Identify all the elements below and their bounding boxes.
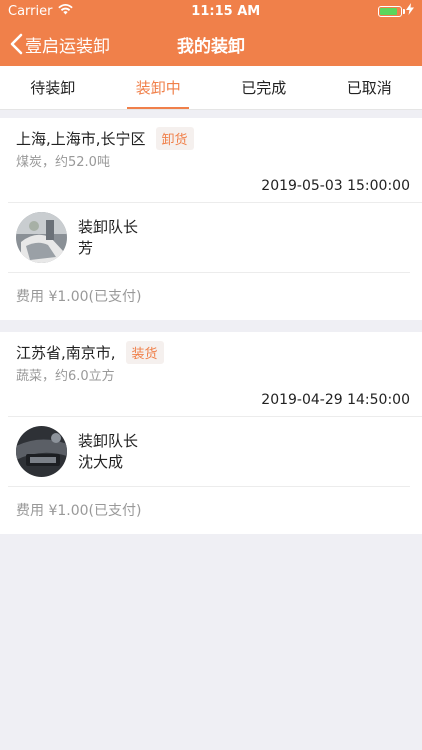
order-time: 2019-05-03 15:00:00 xyxy=(8,170,422,203)
wifi-icon xyxy=(58,3,74,19)
leader-name: 芳 xyxy=(78,238,94,257)
header: Carrier 11:15 AM 壹启运装卸 我的装卸 xyxy=(0,0,422,66)
avatar xyxy=(16,426,67,477)
leader-title: 装卸队长 xyxy=(78,431,139,450)
fee-text: 费用 ¥1.00(已支付) xyxy=(16,503,142,519)
tab-completed[interactable]: 已完成 xyxy=(211,66,317,109)
order-location: 江苏省,南京市, xyxy=(16,343,116,362)
order-type-badge: 装货 xyxy=(125,340,164,364)
avatar xyxy=(16,212,67,263)
cargo-info: 煤炭，约52.0吨 xyxy=(16,155,110,170)
cargo-info: 蔬菜，约6.0立方 xyxy=(16,369,115,384)
charging-icon xyxy=(406,3,414,19)
tab-cancelled[interactable]: 已取消 xyxy=(317,66,422,109)
order-card[interactable]: 江苏省,南京市, 装货 蔬菜，约6.0立方 2019-04-29 14:50:0… xyxy=(0,332,422,534)
order-time: 2019-04-29 14:50:00 xyxy=(8,384,422,417)
order-type-badge: 卸货 xyxy=(155,126,194,150)
leader-row: 装卸队长 沈大成 xyxy=(8,417,410,487)
nav-bar: 壹启运装卸 我的装卸 xyxy=(0,22,422,66)
carrier-label: Carrier xyxy=(8,3,53,19)
back-label: 壹启运装卸 xyxy=(25,36,110,57)
clock-time: 11:15 AM xyxy=(191,3,261,19)
back-button[interactable]: 壹启运装卸 xyxy=(10,32,110,57)
leader-name: 沈大成 xyxy=(78,452,124,471)
tab-pending[interactable]: 待装卸 xyxy=(0,66,106,109)
order-location: 上海,上海市,长宁区 xyxy=(16,129,146,148)
tab-in-progress[interactable]: 装卸中 xyxy=(106,66,212,109)
battery-icon xyxy=(378,5,405,17)
order-card[interactable]: 上海,上海市,长宁区 卸货 煤炭，约52.0吨 2019-05-03 15:00… xyxy=(0,118,422,320)
fee-text: 费用 ¥1.00(已支付) xyxy=(16,289,142,305)
chevron-left-icon xyxy=(10,33,23,55)
leader-title: 装卸队长 xyxy=(78,217,139,236)
leader-row: 装卸队长 芳 xyxy=(8,203,410,273)
tab-bar: 待装卸 装卸中 已完成 已取消 xyxy=(0,66,422,110)
status-bar: Carrier 11:15 AM xyxy=(0,0,422,22)
